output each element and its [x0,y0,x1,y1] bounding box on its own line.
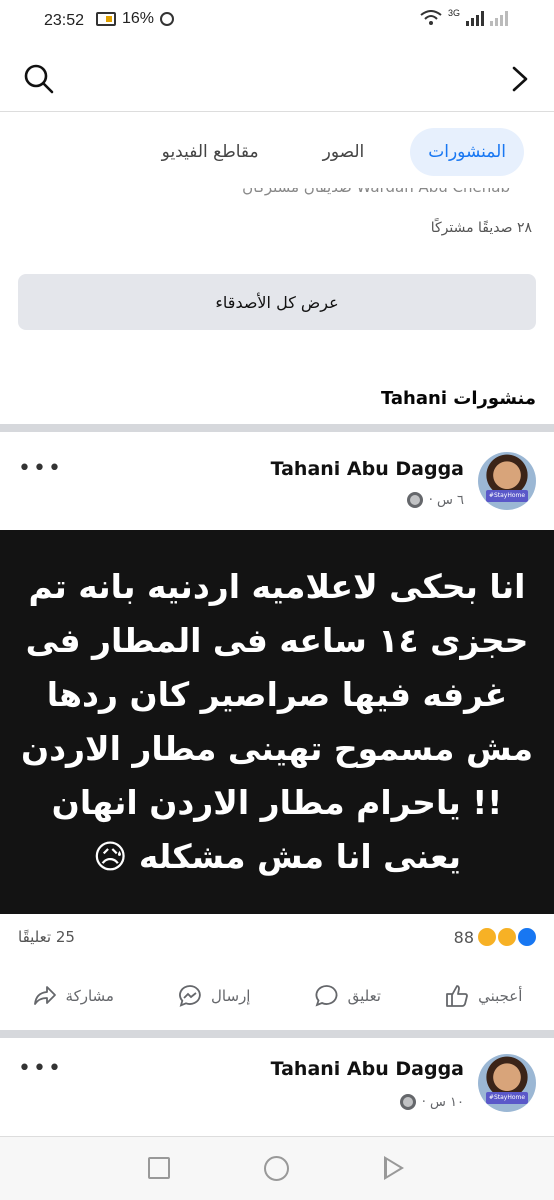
messenger-icon [179,985,201,1007]
thumbs-up-icon [446,985,468,1007]
post-author[interactable]: Tahani Abu Dagga [271,458,464,480]
haha-reaction-icon [496,926,518,948]
globe-icon [399,1094,416,1110]
avatar[interactable]: #StayHome [478,452,536,510]
post-meta: ١٠ س · [399,1094,464,1110]
globe-icon [406,492,423,508]
back-chevron-icon[interactable] [504,62,534,96]
status-right-icons: 3G [420,8,508,26]
sad-reaction-icon [476,926,498,948]
like-label: أعجبني [478,987,523,1005]
post-counts: 88 25 تعليقًا [0,920,554,956]
share-button[interactable]: مشاركة [32,983,114,1009]
share-label: مشاركة [65,987,114,1005]
more-options-icon[interactable]: ••• [18,1056,63,1081]
post-header: #StayHome Tahani Abu Dagga ٦ س · ••• [0,432,554,542]
post-header: #StayHome Tahani Abu Dagga ١٠ س · ••• [0,1038,554,1148]
back-icon[interactable] [384,1156,404,1180]
alarm-icon [160,12,175,26]
comments-count[interactable]: 25 تعليقًا [18,928,75,946]
sim-icon [96,12,116,26]
more-options-icon[interactable]: ••• [18,456,63,481]
post-actions: أعجبني تعليق إرسال مشاركة [0,964,554,1028]
status-left-icons: 16% [96,10,175,28]
signal-icon [466,10,484,26]
post-text: انا بحكى لاعلاميه اردنيه بانه تم حجزى ١٤… [20,567,534,876]
show-all-friends-button[interactable]: عرض كل الأصدقاء [18,274,536,330]
top-nav [0,44,554,112]
like-reaction-icon [516,926,538,948]
system-nav-bar [0,1136,554,1200]
post-time: ١٠ س · [421,1094,464,1110]
signal-icon-2 [490,10,508,26]
friend-names-cutoff: Wardah Abu Chenab صديقان مشتركان [40,188,520,210]
avatar[interactable]: #StayHome [478,1054,536,1112]
posts-section-title: منشورات Tahani [380,388,536,409]
share-icon [33,986,56,1005]
reactions-summary[interactable]: 88 [454,926,538,948]
recents-icon[interactable] [148,1157,170,1179]
search-icon[interactable] [22,62,56,96]
battery-level: 16% [122,10,155,27]
send-label: إرسال [211,987,251,1005]
send-button[interactable]: إرسال [177,983,250,1009]
post-author[interactable]: Tahani Abu Dagga [271,1058,464,1080]
network-type: 3G [447,8,460,18]
tab-videos[interactable]: مقاطع الفيديو [144,128,277,176]
comment-label: تعليق [347,987,381,1005]
like-button[interactable]: أعجبني [444,983,522,1009]
comment-button[interactable]: تعليق [314,983,381,1009]
post-image[interactable]: انا بحكى لاعلاميه اردنيه بانه تم حجزى ١٤… [0,530,554,914]
tab-posts[interactable]: المنشورات [410,128,524,176]
status-time: 23:52 [44,12,85,29]
post-time: ٦ س · [428,492,464,508]
comment-icon [315,985,338,1007]
status-bar: 23:52 16% 3G [0,0,554,44]
reactions-count: 88 [453,927,474,947]
profile-tabs: المنشورات الصور مقاطع الفيديو [144,128,524,176]
mutual-friends-count: ٢٨ صديقًا مشتركًا [430,220,532,236]
post-meta: ٦ س · [406,492,464,508]
tab-photos[interactable]: الصور [305,128,383,176]
home-icon[interactable] [264,1156,289,1181]
wifi-icon [420,10,442,26]
